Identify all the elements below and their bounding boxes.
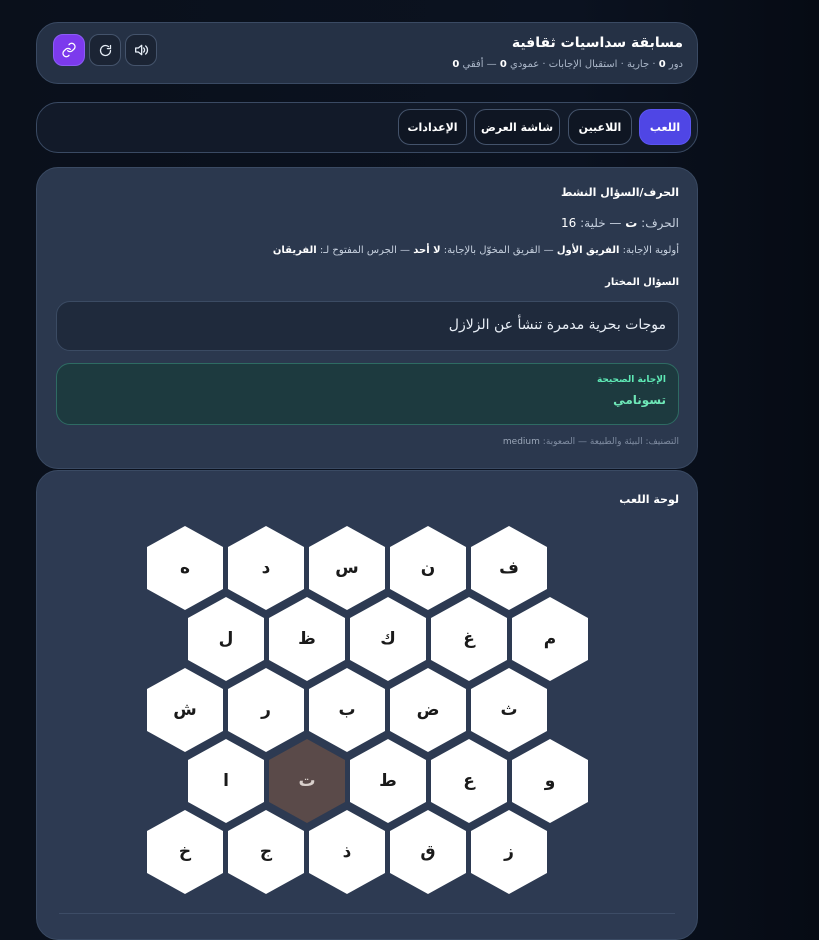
hex-cell[interactable]: ل [188,597,264,681]
hex-cell[interactable]: ق [390,810,466,894]
hex-cell[interactable]: ك [350,597,426,681]
game-status: دور 0 · جارية · استقبال الإجابات · عمودي… [452,59,683,70]
hex-cell[interactable]: س [309,526,385,610]
hex-cell[interactable]: ر [228,668,304,752]
question-text: موجات بحرية مدمرة تنشأ عن الزلازل [448,317,666,333]
hex-cell[interactable]: ا [188,739,264,823]
tab-players[interactable]: اللاعبين [568,109,632,145]
board-heading: لوحة اللعب [619,493,679,506]
tab-bar: اللعب اللاعبين شاشة العرض الإعدادات [36,102,698,153]
page-title: مسابقة سداسيات ثقافية [511,35,683,51]
sound-icon [135,44,149,56]
hex-cell[interactable]: ظ [269,597,345,681]
hex-cell[interactable]: و [512,739,588,823]
answer-text: تسونامي [613,393,666,407]
hex-cell[interactable]: ذ [309,810,385,894]
active-letter: ت [625,216,638,230]
active-cell-number: 16 [561,216,577,230]
tab-play[interactable]: اللعب [639,109,691,145]
sound-button[interactable] [125,34,157,66]
hex-cell[interactable]: ت [269,739,345,823]
hex-cell[interactable]: خ [147,810,223,894]
tab-display-screen[interactable]: شاشة العرض [474,109,560,145]
hex-cell[interactable]: م [512,597,588,681]
question-box: موجات بحرية مدمرة تنشأ عن الزلازل [56,301,679,351]
selected-question-label: السؤال المختار [605,277,679,288]
hex-cell[interactable]: ز [471,810,547,894]
question-meta: التصنيف: البيئة والطبيعة — الصعوبة: medi… [502,437,679,447]
hex-cell[interactable]: ث [471,668,547,752]
hex-cell[interactable]: ن [390,526,466,610]
game-board-card: لوحة اللعب فنسده مغكظل ثضبرش وعطتا زقذجخ [36,470,698,940]
active-question-heading: الحرف/السؤال النشط [561,186,679,199]
hex-cell[interactable]: ه [147,526,223,610]
hex-cell[interactable]: ف [471,526,547,610]
link-icon [62,42,76,58]
answer-box: الإجابة الصحيحة تسونامي [56,363,679,425]
refresh-icon [99,44,111,56]
header-card: مسابقة سداسيات ثقافية دور 0 · جارية · اس… [36,22,698,84]
divider [59,913,675,914]
hex-cell[interactable]: ط [350,739,426,823]
hex-cell[interactable]: ع [431,739,507,823]
hex-cell[interactable]: ش [147,668,223,752]
tab-settings[interactable]: الإعدادات [398,109,467,145]
active-letter-line: الحرف: ت — خلية: 16 [561,216,679,230]
hex-cell[interactable]: غ [431,597,507,681]
hex-cell[interactable]: د [228,526,304,610]
active-question-card: الحرف/السؤال النشط الحرف: ت — خلية: 16 أ… [36,167,698,469]
hex-cell[interactable]: ب [309,668,385,752]
refresh-button[interactable] [89,34,121,66]
hex-cell[interactable]: ض [390,668,466,752]
hex-cell[interactable]: ج [228,810,304,894]
answer-priority-line: أولوية الإجابة: الفريق الأول — الفريق ال… [272,245,679,256]
answer-label: الإجابة الصحيحة [596,375,666,385]
link-button[interactable] [53,34,85,66]
